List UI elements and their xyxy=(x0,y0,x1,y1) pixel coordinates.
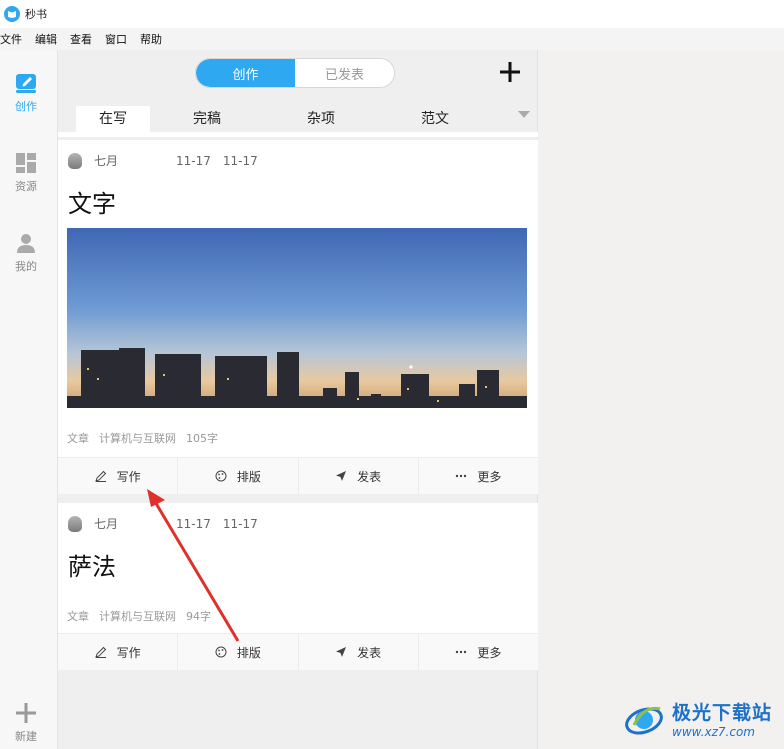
avatar xyxy=(68,152,82,169)
palette-icon xyxy=(215,470,227,482)
layout-label: 排版 xyxy=(236,645,261,660)
card-actions: 写作 排版 发表 更多 xyxy=(58,633,538,670)
avatar xyxy=(68,515,82,532)
view-toggle: 创作 已发表 xyxy=(195,58,395,88)
menu-file[interactable]: 文件 xyxy=(0,31,27,47)
more-button[interactable]: 更多 xyxy=(419,634,538,670)
sidebar-item-create[interactable]: 创作 xyxy=(0,72,52,114)
tab-samples[interactable]: 范文 xyxy=(378,106,492,132)
tag-label: 计算机与互联网 xyxy=(99,610,176,623)
grid-icon xyxy=(16,153,36,173)
app-title: 秒书 xyxy=(25,8,47,21)
word-count: 105字 xyxy=(186,432,218,445)
send-icon xyxy=(336,647,347,657)
menu-window[interactable]: 窗口 xyxy=(105,31,132,47)
palette-icon xyxy=(215,646,227,658)
layout-label: 排版 xyxy=(236,469,261,484)
menu-view[interactable]: 查看 xyxy=(70,31,97,47)
author-name: 七月 xyxy=(94,154,119,168)
pencil-icon xyxy=(94,470,106,482)
watermark: 极光下载站 www.xz7.com xyxy=(622,694,782,742)
sidebar-item-label: 我的 xyxy=(15,260,37,273)
tab-create[interactable]: 创作 xyxy=(196,59,295,87)
created-date: 11-17 xyxy=(176,153,211,168)
more-label: 更多 xyxy=(477,469,502,484)
watermark-url: www.xz7.com xyxy=(672,724,755,739)
new-button[interactable]: 新建 xyxy=(0,702,52,744)
cover-image xyxy=(67,228,527,408)
tag-label: 计算机与互联网 xyxy=(99,432,176,445)
menu-edit[interactable]: 编辑 xyxy=(35,31,62,47)
tab-published[interactable]: 已发表 xyxy=(295,59,394,87)
write-label: 写作 xyxy=(116,645,141,660)
word-count: 94字 xyxy=(186,610,211,623)
card-meta: 七月 11-17 11-17 xyxy=(68,515,270,532)
sidebar-item-label: 资源 xyxy=(15,180,37,193)
watermark-name: 极光下载站 xyxy=(672,701,773,724)
card-meta: 七月 11-17 11-17 xyxy=(68,152,270,169)
more-icon xyxy=(456,474,467,478)
category-label: 文章 xyxy=(67,432,89,445)
card-actions: 写作 排版 发表 更多 xyxy=(58,457,538,494)
publish-label: 发表 xyxy=(357,645,382,660)
card-footer: 文章 计算机与互联网 94字 xyxy=(67,608,221,624)
title-bar: 秒书 xyxy=(0,0,784,28)
more-icon xyxy=(456,650,467,654)
tab-writing[interactable]: 在写 xyxy=(76,106,150,132)
send-icon xyxy=(336,471,347,481)
add-document-button[interactable] xyxy=(498,60,522,84)
sidebar-item-resources[interactable]: 资源 xyxy=(0,152,52,194)
document-card[interactable]: 七月 11-17 11-17 萨法 文章 计算机与互联网 94字 写作 排版 发… xyxy=(58,503,538,670)
layout-button[interactable]: 排版 xyxy=(178,458,299,494)
tab-misc[interactable]: 杂项 xyxy=(264,106,378,132)
write-button[interactable]: 写作 xyxy=(58,634,179,670)
layout-button[interactable]: 排版 xyxy=(178,634,299,670)
plus-icon xyxy=(16,703,36,723)
document-list-panel: 创作 已发表 在写 完稿 杂项 范文 七月 11-17 11-17 文字 文章 … xyxy=(58,50,538,749)
watermark-logo-icon xyxy=(622,695,668,741)
edit-icon xyxy=(16,74,36,93)
write-button[interactable]: 写作 xyxy=(58,458,179,494)
sidebar-item-mine[interactable]: 我的 xyxy=(0,232,52,274)
modified-date: 11-17 xyxy=(222,516,258,531)
tab-finished[interactable]: 完稿 xyxy=(150,106,264,132)
more-label: 更多 xyxy=(477,645,502,660)
editor-area xyxy=(539,50,784,749)
document-card[interactable]: 七月 11-17 11-17 文字 文章 计算机与互联网 105字 写作 排版 … xyxy=(58,140,538,494)
pencil-icon xyxy=(94,646,106,658)
document-title: 萨法 xyxy=(68,553,116,581)
sidebar-item-label: 创作 xyxy=(15,100,37,113)
chevron-down-icon[interactable] xyxy=(518,111,530,118)
menu-bar: 文件 编辑 查看 窗口 帮助 xyxy=(0,28,784,50)
author-name: 七月 xyxy=(94,517,119,531)
status-tabs: 在写 完稿 杂项 范文 xyxy=(58,104,538,132)
category-label: 文章 xyxy=(67,610,89,623)
menu-help[interactable]: 帮助 xyxy=(140,31,167,47)
divider xyxy=(58,132,538,137)
new-button-label: 新建 xyxy=(15,730,37,743)
user-icon xyxy=(17,234,35,253)
document-title: 文字 xyxy=(68,190,116,218)
publish-label: 发表 xyxy=(357,469,382,484)
more-button[interactable]: 更多 xyxy=(419,458,538,494)
publish-button[interactable]: 发表 xyxy=(299,634,419,670)
write-label: 写作 xyxy=(116,469,141,484)
app-logo-icon xyxy=(4,6,20,22)
modified-date: 11-17 xyxy=(222,153,258,168)
created-date: 11-17 xyxy=(176,516,211,531)
sidebar: 创作 资源 我的 新建 xyxy=(0,50,58,749)
publish-button[interactable]: 发表 xyxy=(299,458,419,494)
card-footer: 文章 计算机与互联网 105字 xyxy=(67,430,228,446)
